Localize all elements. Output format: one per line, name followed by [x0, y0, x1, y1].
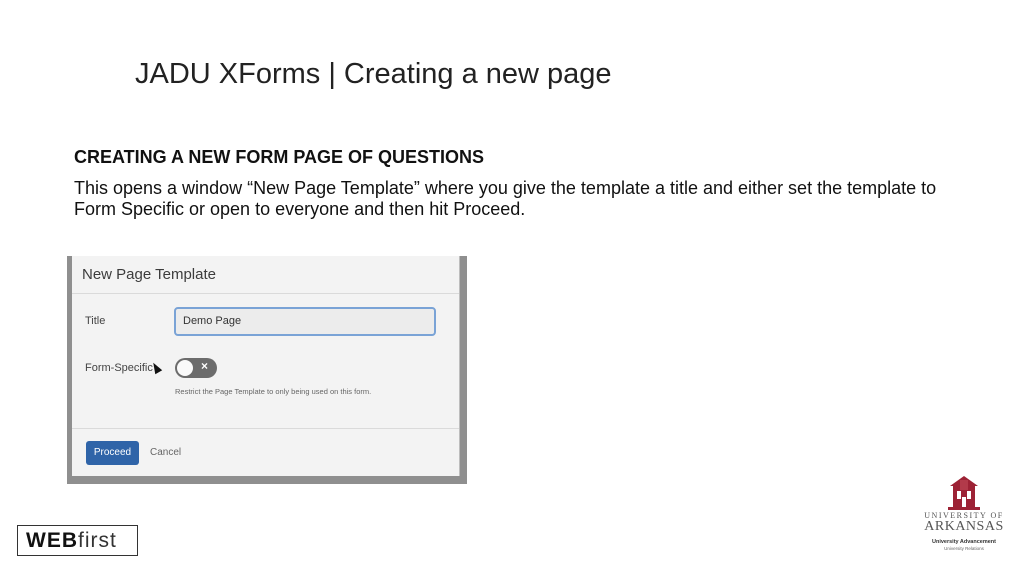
webfirst-logo-bold: WEB — [26, 529, 78, 552]
body-text: This opens a window “New Page Template” … — [74, 178, 937, 219]
slide-title: JADU XForms | Creating a new page — [135, 58, 612, 90]
form-specific-toggle[interactable]: × — [175, 358, 217, 378]
dialog-title: New Page Template — [82, 266, 216, 283]
ua-logo-line3: University Advancement — [932, 539, 996, 545]
toggle-knob — [177, 360, 193, 376]
proceed-button[interactable]: Proceed — [86, 441, 139, 465]
webfirst-logo-light: first — [78, 529, 117, 552]
close-icon: × — [201, 359, 209, 373]
old-main-icon — [948, 476, 980, 510]
ua-logo-line2: ARKANSAS — [924, 519, 1004, 534]
divider — [72, 428, 459, 429]
form-specific-label: Form-Specific — [85, 362, 153, 374]
help-text: Restrict the Page Template to only being… — [175, 387, 372, 396]
divider — [72, 293, 459, 294]
cancel-button[interactable]: Cancel — [150, 441, 181, 465]
webfirst-logo: WEBfirst — [17, 525, 138, 556]
university-logo: UNIVERSITY OF ARKANSAS University Advanc… — [922, 474, 1006, 556]
ua-logo-line4: University Relations — [944, 546, 984, 551]
title-input[interactable]: Demo Page — [174, 307, 436, 336]
dialog-screenshot: New Page Template Title Demo Page Form-S… — [67, 256, 467, 484]
title-label: Title — [85, 315, 106, 327]
new-page-template-dialog: New Page Template Title Demo Page Form-S… — [72, 256, 460, 476]
section-heading: CREATING A NEW FORM PAGE OF QUESTIONS — [74, 147, 485, 167]
